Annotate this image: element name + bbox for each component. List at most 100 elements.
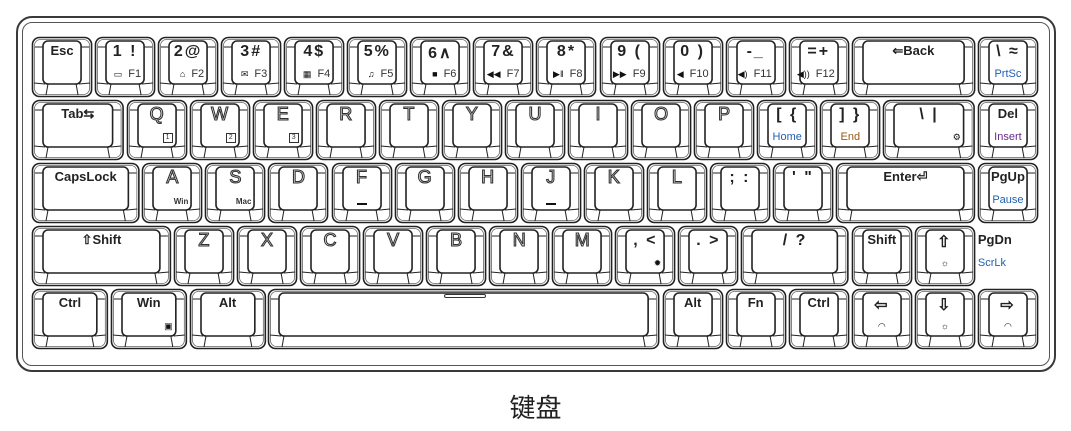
key-4[interactable]: 4$ ▦ F4 [283,36,345,98]
key-legend: M [574,229,590,250]
key-r4k7[interactable]: ⇦ ◠ [851,288,913,350]
key-legend: 6∧ [428,45,453,62]
key-legend: E [276,103,289,124]
key-legend: CapsLock [54,169,117,184]
key-win[interactable]: Win ▣ [110,288,187,350]
key-legend: Shift [867,232,897,247]
home-icon: ⌂ [179,69,186,79]
key-shift[interactable]: Shift [851,225,913,287]
key-r3k8[interactable]: , < ✹ [614,225,676,287]
key-ctrl[interactable]: Ctrl [788,288,850,350]
key-w[interactable]: W2 [189,99,251,161]
key-j[interactable]: J [520,162,582,224]
key-legend: Ctrl [807,295,830,310]
stop-icon: ■ [432,69,438,79]
key-fn-label: 1 [162,133,173,143]
home-row-bump [545,203,556,205]
key-t[interactable]: T [378,99,440,161]
key-x[interactable]: X [236,225,298,287]
key-l[interactable]: L [646,162,708,224]
key-r3k12[interactable]: ⇧ ☼ [914,225,976,287]
key-k[interactable]: K [583,162,645,224]
key-z[interactable]: Z [173,225,235,287]
key-fn-label: F12 [815,68,835,80]
key-enter[interactable]: Enter⏎ [835,162,976,224]
key-pgup[interactable]: PgUp Pause [977,162,1039,224]
key-6[interactable]: 6∧ ■ F6 [410,36,471,98]
key-9[interactable]: 9 (▶▶ F9 [599,36,660,98]
key-r3k9[interactable]: . > [678,225,739,287]
key-fn[interactable]: Fn [725,288,787,350]
key-r0k14[interactable]: \ ≈ PrtSc [977,36,1039,98]
key-a[interactable]: A Win [142,162,203,224]
key-del[interactable]: Del Insert [977,99,1039,161]
key-back[interactable]: ⇐Back [851,36,976,98]
key-h[interactable]: H [457,162,519,224]
key-r2k10[interactable]: ; : [709,162,771,224]
key-e[interactable]: E3 [252,99,314,161]
key-fn-label: PrtSc [994,68,1022,80]
key-fn-label: F2 [191,68,205,80]
key-r[interactable]: R [315,99,377,161]
key-r1k12[interactable]: ] } End [819,99,881,161]
key-secondary-legend: ▶‖ F8 [553,68,582,80]
key-r3k10[interactable]: / ? [741,225,850,287]
key-r1k11[interactable]: [ {Home [756,99,818,161]
key-space[interactable] [268,288,660,350]
key-legend: P [718,103,731,124]
key-y[interactable]: Y [441,99,503,161]
key-s[interactable]: S Mac [205,162,266,224]
key-n[interactable]: N [488,225,550,287]
key-legend: Q [149,103,164,124]
key-3[interactable]: 3# ✉ F3 [220,36,282,98]
key-legend: O [654,103,669,124]
key-7[interactable]: 7& ◀◀ F7 [473,36,534,98]
key-i[interactable]: I [567,99,629,161]
key-r0k12[interactable]: =+ ◀)) F12 [788,36,850,98]
key-ctrl[interactable]: Ctrl [31,288,109,350]
key-r0k11[interactable]: -_ ◀) F11 [725,36,787,98]
key-0[interactable]: 0 ) ◀ F10 [662,36,723,98]
key-tab[interactable]: Tab⇆ [31,99,124,161]
key-g[interactable]: G [394,162,455,224]
key-fn-label: Home [772,131,802,143]
key-q[interactable]: Q1 [126,99,187,161]
key-f[interactable]: F [331,162,392,224]
key-r4k9[interactable]: ⇨ ◠ [977,288,1039,350]
key-alt[interactable]: Alt [189,288,266,350]
key-o[interactable]: O [630,99,692,161]
key-m[interactable]: M [551,225,613,287]
key-secondary-legend: Insert [978,131,1038,143]
key-secondary-legend: ◀ F10 [677,68,709,80]
key-shift[interactable]: ⇧Shift [31,225,172,287]
key-b[interactable]: B [425,225,487,287]
key-8[interactable]: 8* ▶‖ F8 [536,36,597,98]
key-2[interactable]: 2@ ⌂ F2 [157,36,219,98]
key-r1k13[interactable]: \ | ⚙ [882,99,976,161]
key-legend: Enter⏎ [883,169,928,184]
brightness-up-icon: ☼ [940,258,949,268]
brightness-down-icon: ☼ [940,321,949,331]
key-v[interactable]: V [362,225,424,287]
key-secondary-legend: ▣ [164,320,173,332]
key-legend: , < [633,232,658,249]
calculator-icon: ▦ [302,69,312,79]
key-esc[interactable]: Esc [31,36,93,98]
key-d[interactable]: D [268,162,329,224]
key-u[interactable]: U [504,99,566,161]
key-1[interactable]: 1 ! ▭ F1 [94,36,156,98]
key-5[interactable]: 5% ♫ F5 [346,36,408,98]
key-c[interactable]: C [299,225,361,287]
key-legend: Alt [218,295,237,310]
computer-icon: ▭ [113,69,123,79]
key-r2k11[interactable]: ' " [772,162,834,224]
key-legend: \ ≈ [996,43,1020,60]
key-legend: Y [465,103,478,124]
key-r4k8[interactable]: ⇩ ☼ [914,288,976,350]
key-p[interactable]: P [693,99,755,161]
key-alt[interactable]: Alt [662,288,723,350]
key-secondary-legend: ⌂ F2 [180,68,204,80]
speed-up-icon: ◠ [1003,321,1012,331]
key-legend: H [481,166,495,187]
key-capslock[interactable]: CapsLock [31,162,140,224]
